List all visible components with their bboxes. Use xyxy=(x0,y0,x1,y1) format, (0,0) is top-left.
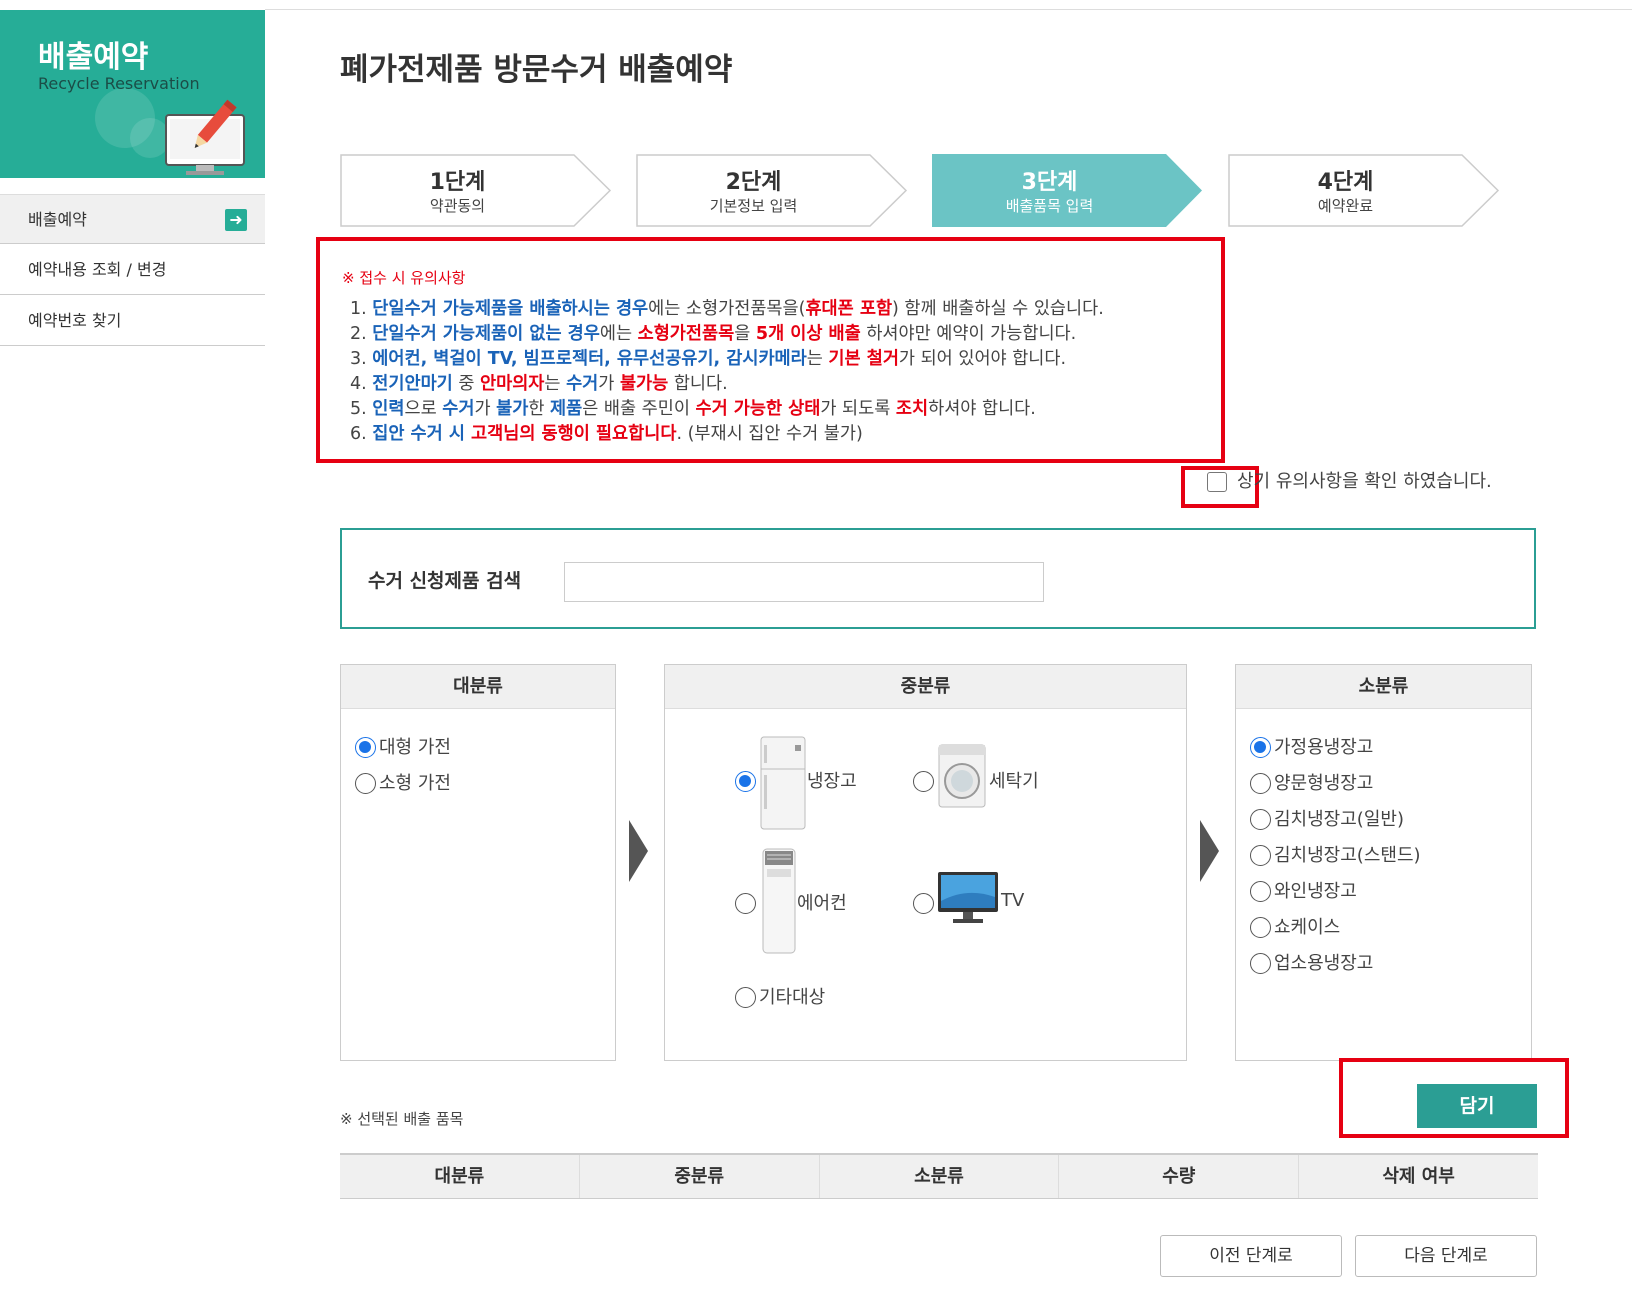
radio-small-appliance[interactable] xyxy=(355,773,376,794)
radio-label[interactable]: 양문형냉장고 xyxy=(1274,769,1373,795)
radio-home-fridge[interactable] xyxy=(1250,737,1271,758)
radio-label[interactable]: 대형 가전 xyxy=(379,733,451,759)
step-4: 4단계 예약완료 xyxy=(1228,154,1523,227)
air-conditioner-icon xyxy=(762,848,796,954)
radio-label[interactable]: 쇼케이스 xyxy=(1274,913,1340,939)
notice-box: ※ 접수 시 유의사항 1. 단일수거 가능제품을 배출하시는 경우에는 소형가… xyxy=(316,237,1225,463)
top-divider xyxy=(265,9,1632,10)
arrow-right-icon xyxy=(629,820,648,882)
radio-label[interactable]: 가정용냉장고 xyxy=(1274,733,1373,759)
radio-wine-fridge[interactable] xyxy=(1250,881,1271,902)
arrow-right-icon: ➜ xyxy=(225,209,247,231)
radio-kimchi-stand[interactable] xyxy=(1250,845,1271,866)
category-small-panel: 소분류 가정용냉장고 양문형냉장고 김치냉장고(일반) 김치냉장고(스탠드) 와… xyxy=(1235,664,1532,1061)
selected-items-title: ※ 선택된 배출 품목 xyxy=(340,1110,464,1128)
column-header: 소분류 xyxy=(820,1155,1060,1198)
step-3-active: 3단계 배출품목 입력 xyxy=(932,154,1227,227)
search-panel: 수거 신청제품 검색 xyxy=(340,528,1536,629)
tv-icon xyxy=(938,872,998,923)
radio-label[interactable]: 와인냉장고 xyxy=(1274,877,1357,903)
step-subtitle: 기본정보 입력 xyxy=(709,197,798,215)
washing-machine-icon xyxy=(938,744,986,808)
notice-line-3: 3. 에어컨, 벽걸이 TV, 빔프로젝터, 유무선공유기, 감시카메라는 기본… xyxy=(350,349,1067,369)
column-header: 대분류 xyxy=(340,1155,580,1198)
radio-label[interactable]: 김치냉장고(일반) xyxy=(1274,805,1404,831)
banner-subtitle: Recycle Reservation xyxy=(38,74,200,93)
radio-label[interactable]: TV xyxy=(1001,890,1024,911)
step-title: 1단계 xyxy=(429,170,486,195)
radio-label[interactable]: 에어컨 xyxy=(797,889,847,915)
radio-kimchi-regular[interactable] xyxy=(1250,809,1271,830)
radio-washing-machine[interactable] xyxy=(913,771,934,792)
radio-refrigerator[interactable] xyxy=(735,771,756,792)
notice-line-2: 2. 단일수거 가능제품이 없는 경우에는 소형가전품목을 5개 이상 배출 하… xyxy=(350,324,1077,344)
radio-air-conditioner[interactable] xyxy=(735,893,756,914)
radio-showcase[interactable] xyxy=(1250,917,1271,938)
step-subtitle: 배출품목 입력 xyxy=(1005,197,1094,215)
sidebar-item-lookup[interactable]: 예약내용 조회 / 변경 xyxy=(0,245,265,295)
radio-large-appliance[interactable] xyxy=(355,737,376,758)
page-title: 폐가전제품 방문수거 배출예약 xyxy=(340,52,733,88)
radio-label[interactable]: 냉장고 xyxy=(807,767,857,793)
search-label: 수거 신청제품 검색 xyxy=(368,570,522,592)
notice-line-4: 4. 전기안마기 중 안마의자는 수거가 불가능 합니다. xyxy=(350,374,728,394)
confirm-checkbox[interactable] xyxy=(1207,472,1227,492)
notice-line-5: 5. 인력으로 수거가 불가한 제품은 배출 주민이 수거 가능한 상태가 되도… xyxy=(350,399,1036,419)
notice-line-6: 6. 집안 수거 시 고객님의 동행이 필요합니다. (부재시 집안 수거 불가… xyxy=(350,424,863,444)
arrow-right-icon xyxy=(1200,820,1219,882)
sidebar-item-label: 예약번호 찾기 xyxy=(28,311,122,330)
sidebar-item-label: 배출예약 xyxy=(28,210,87,229)
prev-step-button[interactable]: 이전 단계로 xyxy=(1160,1235,1342,1277)
radio-label[interactable]: 기타대상 xyxy=(759,983,825,1009)
add-button[interactable]: 담기 xyxy=(1417,1084,1537,1128)
radio-commercial-fridge[interactable] xyxy=(1250,953,1271,974)
radio-other[interactable] xyxy=(735,987,756,1008)
column-header: 중분류 xyxy=(580,1155,820,1198)
notice-heading: ※ 접수 시 유의사항 xyxy=(342,269,466,287)
notice-line-1: 1. 단일수거 가능제품을 배출하시는 경우에는 소형가전품목을(휴대폰 포함)… xyxy=(350,299,1104,319)
refrigerator-icon xyxy=(760,736,806,830)
confirm-label[interactable]: 상기 유의사항을 확인 하였습니다. xyxy=(1237,467,1492,493)
step-subtitle: 예약완료 xyxy=(1317,197,1374,215)
panel-header: 대분류 xyxy=(341,665,615,709)
radio-label[interactable]: 소형 가전 xyxy=(379,769,451,795)
step-title: 3단계 xyxy=(1021,170,1078,195)
panel-header: 소분류 xyxy=(1236,665,1531,709)
search-input[interactable] xyxy=(564,562,1044,602)
sidebar-item-find-number[interactable]: 예약번호 찾기 xyxy=(0,296,265,346)
step-subtitle: 약관동의 xyxy=(429,197,486,215)
next-step-button[interactable]: 다음 단계로 xyxy=(1355,1235,1537,1277)
banner-title: 배출예약 xyxy=(38,40,149,75)
step-2: 2단계 기본정보 입력 xyxy=(636,154,931,227)
category-mid-panel: 중분류 냉장고 세탁기 에어컨 TV 기타대상 xyxy=(664,664,1187,1061)
column-header: 수량 xyxy=(1059,1155,1300,1198)
radio-label[interactable]: 업소용냉장고 xyxy=(1274,949,1373,975)
sidebar-item-label: 예약내용 조회 / 변경 xyxy=(28,260,167,279)
sidebar-banner: 배출예약 Recycle Reservation xyxy=(0,10,265,178)
monitor-pencil-icon xyxy=(165,99,245,175)
panel-header: 중분류 xyxy=(665,665,1186,709)
radio-side-by-side[interactable] xyxy=(1250,773,1271,794)
column-header: 삭제 여부 xyxy=(1382,1166,1455,1187)
sidebar-item-reservation[interactable]: 배출예약 ➜ xyxy=(0,194,265,244)
step-title: 4단계 xyxy=(1317,170,1374,195)
radio-tv[interactable] xyxy=(913,893,934,914)
radio-label[interactable]: 김치냉장고(스탠드) xyxy=(1274,841,1421,867)
step-1: 1단계 약관동의 xyxy=(340,154,635,227)
category-large-panel: 대분류 대형 가전 소형 가전 xyxy=(340,664,616,1061)
selected-items-table-header: 대분류 중분류 소분류 수량 삭제 여부 xyxy=(340,1153,1538,1199)
step-title: 2단계 xyxy=(725,170,782,195)
radio-label[interactable]: 세탁기 xyxy=(989,767,1039,793)
